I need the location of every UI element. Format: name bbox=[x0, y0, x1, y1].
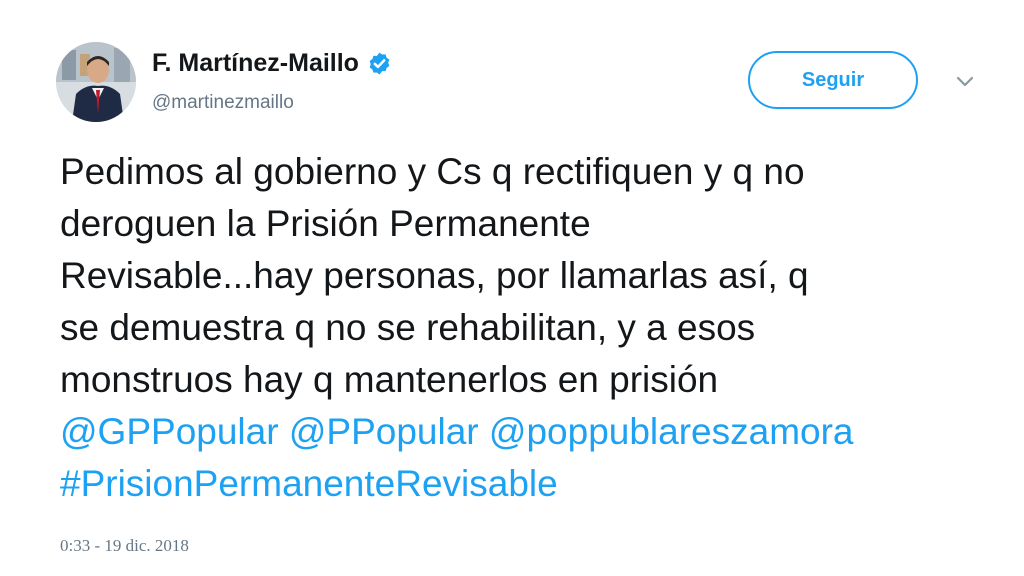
author-name-text[interactable]: F. Martínez-Maillo bbox=[152, 49, 359, 78]
tweet-card: F. Martínez-Maillo @martinezmaillo Segui… bbox=[0, 0, 1024, 576]
tweet-text-line: Pedimos al gobierno y Cs q rectifiquen y… bbox=[60, 151, 805, 192]
verified-badge-icon bbox=[367, 51, 392, 76]
chevron-down-icon[interactable] bbox=[955, 74, 975, 88]
hashtag-link[interactable]: #PrisionPermanenteRevisable bbox=[60, 463, 558, 504]
mention-link-gppopular[interactable]: @GPPopular bbox=[60, 411, 279, 452]
mentions-line: @GPPopular @PPopular @poppublareszamora bbox=[60, 406, 990, 458]
author-name[interactable]: F. Martínez-Maillo bbox=[152, 49, 392, 78]
follow-button[interactable]: Seguir bbox=[748, 51, 918, 109]
tweet-text-line: se demuestra q no se rehabilitan, y a es… bbox=[60, 307, 756, 348]
tweet-timestamp[interactable]: 0:33 - 19 dic. 2018 bbox=[60, 536, 189, 556]
tweet-text-line: deroguen la Prisión Permanente bbox=[60, 203, 591, 244]
tweet-text-line: monstruos hay q mantenerlos en prisión bbox=[60, 359, 719, 400]
avatar-photo-icon bbox=[56, 42, 136, 122]
tweet-text: Pedimos al gobierno y Cs q rectifiquen y… bbox=[60, 146, 990, 510]
mention-link-ppopular[interactable]: @PPopular bbox=[289, 411, 479, 452]
avatar[interactable] bbox=[56, 42, 136, 122]
hashtag-line: #PrisionPermanenteRevisable bbox=[60, 458, 990, 510]
author-handle[interactable]: @martinezmaillo bbox=[152, 92, 294, 114]
mention-link-popularesz[interactable]: @poppublareszamora bbox=[489, 411, 854, 452]
tweet-text-line: Revisable...hay personas, por llamarlas … bbox=[60, 255, 809, 296]
